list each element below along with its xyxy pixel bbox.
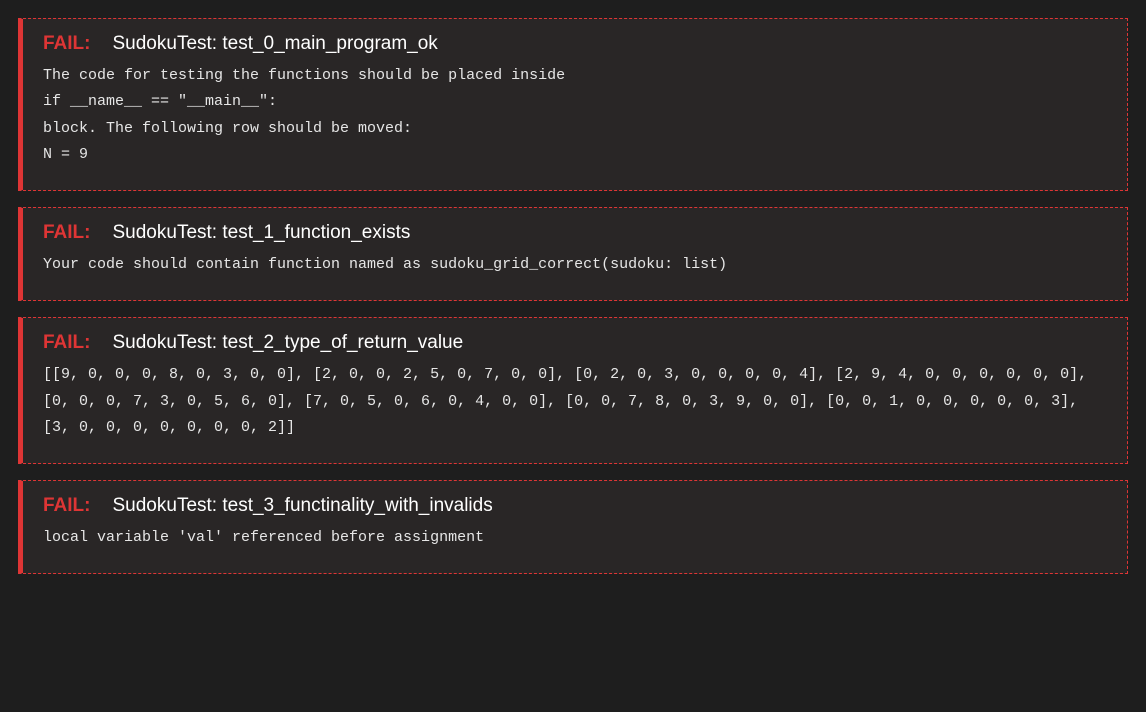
fail-label: FAIL: [43, 332, 91, 354]
test-message: [[9, 0, 0, 0, 8, 0, 3, 0, 0], [2, 0, 0, … [43, 362, 1107, 441]
fail-label: FAIL: [43, 222, 91, 244]
test-result-1: FAIL: SudokuTest: test_1_function_exists… [18, 207, 1128, 301]
test-header: FAIL: SudokuTest: test_2_type_of_return_… [43, 332, 1107, 354]
test-name: SudokuTest: test_2_type_of_return_value [113, 332, 464, 354]
test-name: SudokuTest: test_1_function_exists [113, 222, 411, 244]
test-result-2: FAIL: SudokuTest: test_2_type_of_return_… [18, 317, 1128, 464]
test-header: FAIL: SudokuTest: test_0_main_program_ok [43, 33, 1107, 55]
test-header: FAIL: SudokuTest: test_3_functinality_wi… [43, 495, 1107, 517]
test-message: Your code should contain function named … [43, 252, 1107, 278]
test-message: The code for testing the functions shoul… [43, 63, 1107, 168]
test-name: SudokuTest: test_0_main_program_ok [113, 33, 438, 55]
test-result-0: FAIL: SudokuTest: test_0_main_program_ok… [18, 18, 1128, 191]
test-result-3: FAIL: SudokuTest: test_3_functinality_wi… [18, 480, 1128, 574]
test-name: SudokuTest: test_3_functinality_with_inv… [113, 495, 493, 517]
test-header: FAIL: SudokuTest: test_1_function_exists [43, 222, 1107, 244]
fail-label: FAIL: [43, 495, 91, 517]
fail-label: FAIL: [43, 33, 91, 55]
test-message: local variable 'val' referenced before a… [43, 525, 1107, 551]
